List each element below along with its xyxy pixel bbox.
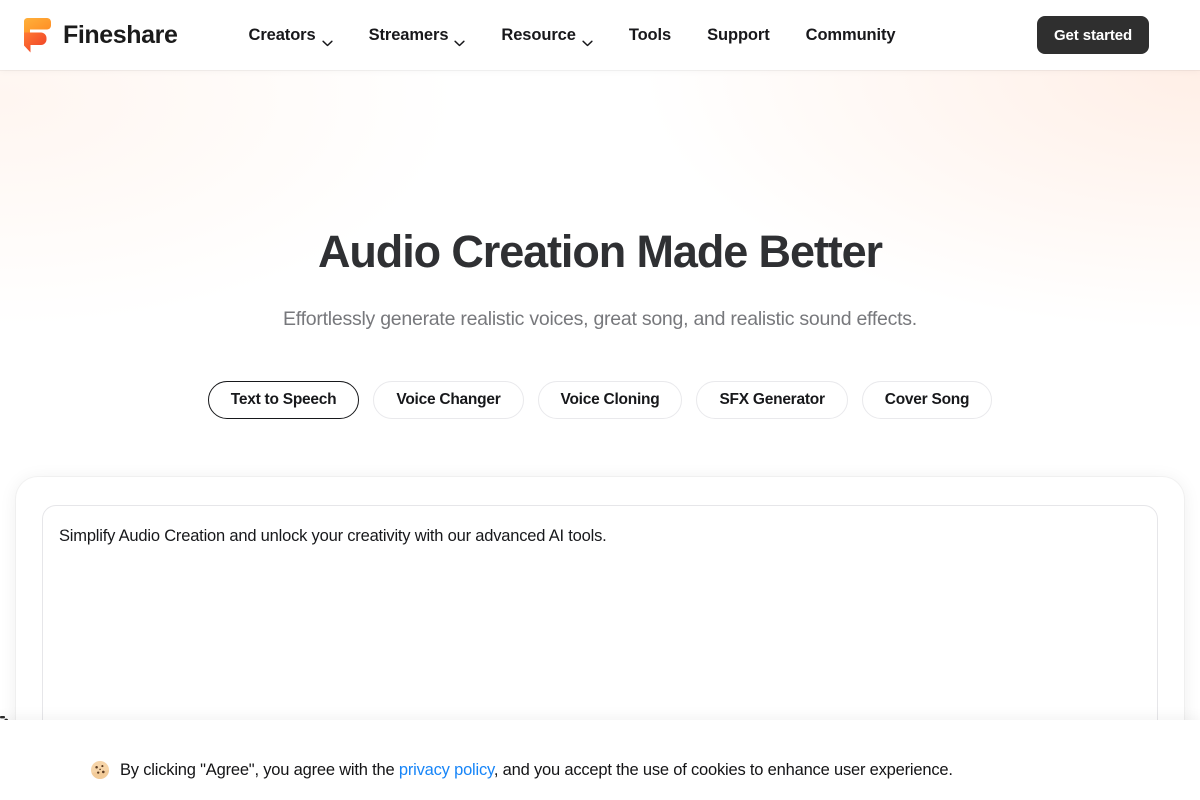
nav-item-creators[interactable]: Creators	[231, 16, 351, 55]
cookie-text: By clicking "Agree", you agree with the …	[120, 758, 953, 784]
privacy-policy-link[interactable]: privacy policy	[399, 761, 494, 779]
chevron-down-icon	[321, 33, 333, 47]
mode-tab-list: Text to Speech Voice Changer Voice Cloni…	[0, 380, 1200, 419]
hero-subtitle: Effortlessly generate realistic voices, …	[283, 307, 917, 330]
nav-item-label: Streamers	[368, 25, 449, 44]
nav-item-streamers[interactable]: Streamers	[351, 16, 484, 55]
nav-item-label: Support	[707, 25, 770, 44]
page-title: Audio Creation Made Better	[318, 226, 883, 277]
tab-cover-song[interactable]: Cover Song	[861, 380, 993, 419]
cookie-text-before: By clicking "Agree", you agree with the	[120, 761, 399, 780]
nav-item-resource[interactable]: Resource	[483, 16, 610, 55]
brand-logo[interactable]: Fineshare	[20, 15, 178, 55]
chevron-down-icon	[582, 33, 593, 47]
nav-item-label: Creators	[248, 25, 316, 44]
primary-nav-links: Creators Streamers Resource Tools Suppor…	[231, 16, 914, 55]
cookie-text-after: , and you accept the use of cookies to e…	[493, 761, 953, 780]
tab-text-to-speech[interactable]: Text to Speech	[207, 380, 360, 419]
script-textarea[interactable]: Simplify Audio Creation and unlock your …	[59, 524, 1141, 549]
nav-item-label: Community	[805, 25, 896, 44]
brand-name: Fineshare	[63, 20, 178, 49]
text-input-box[interactable]: Simplify Audio Creation and unlock your …	[42, 505, 1158, 753]
nav-item-community[interactable]: Community	[788, 16, 914, 55]
nav-item-tools[interactable]: Tools	[611, 16, 689, 55]
top-navigation-bar: Fineshare Creators Streamers Resource To…	[0, 0, 1200, 70]
nav-item-label: Tools	[628, 25, 672, 44]
get-started-button[interactable]: Get started	[1037, 16, 1149, 54]
hero-section: Audio Creation Made Better Effortlessly …	[0, 70, 1200, 419]
tab-sfx-generator[interactable]: SFX Generator	[696, 380, 848, 419]
chevron-down-icon	[454, 33, 466, 47]
cookie-icon	[90, 760, 110, 780]
nav-item-label: Resource	[501, 25, 576, 44]
cookie-message: By clicking "Agree", you agree with the …	[90, 736, 953, 784]
tab-voice-cloning[interactable]: Voice Cloning	[537, 380, 683, 419]
fineshare-f-logo-icon	[20, 15, 54, 55]
cookie-consent-banner: By clicking "Agree", you agree with the …	[0, 720, 1200, 800]
nav-item-support[interactable]: Support	[689, 16, 788, 55]
tab-voice-changer[interactable]: Voice Changer	[373, 380, 524, 419]
